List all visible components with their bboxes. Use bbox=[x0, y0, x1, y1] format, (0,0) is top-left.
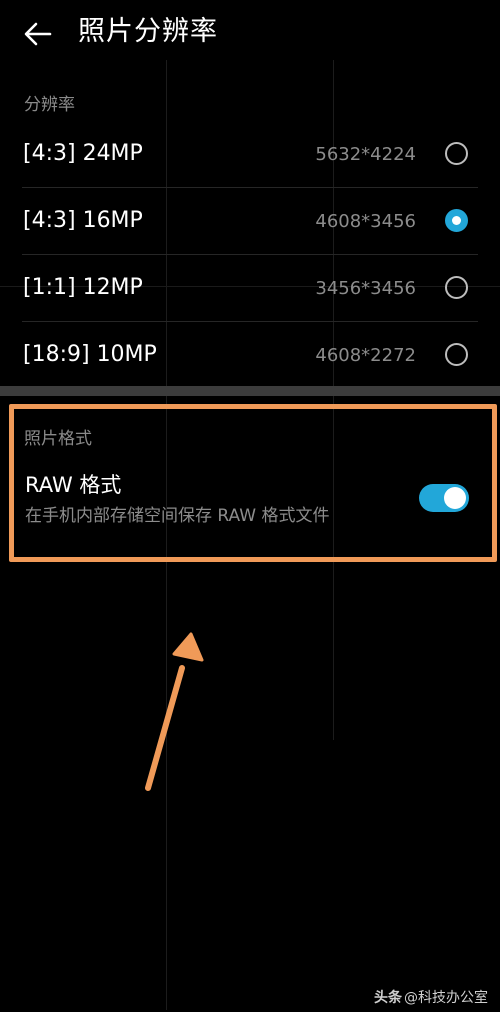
raw-format-description: 在手机内部存储空间保存 RAW 格式文件 bbox=[25, 506, 330, 526]
raw-format-title: RAW 格式 bbox=[25, 473, 122, 497]
radio-button[interactable] bbox=[445, 276, 468, 299]
radio-button[interactable] bbox=[445, 142, 468, 165]
watermark-brand: 头条 bbox=[374, 990, 402, 1006]
radio-button[interactable] bbox=[445, 343, 468, 366]
resolution-dimensions: 3456*3456 bbox=[315, 278, 416, 299]
resolution-option[interactable]: [4:3] 24MP 5632*4224 bbox=[0, 122, 500, 188]
resolution-option[interactable]: [1:1] 12MP 3456*3456 bbox=[0, 256, 500, 322]
arrow-left-icon bbox=[24, 22, 52, 46]
watermark: 头条 @科技办公室 bbox=[374, 988, 488, 1008]
section-label-format: 照片格式 bbox=[24, 429, 92, 449]
row-divider bbox=[22, 254, 478, 255]
resolution-option[interactable]: [18:9] 10MP 4608*2272 bbox=[0, 323, 500, 389]
toggle-knob bbox=[444, 487, 466, 509]
resolution-name: [4:3] 16MP bbox=[23, 208, 143, 233]
radio-button[interactable] bbox=[445, 209, 468, 232]
row-divider bbox=[22, 187, 478, 188]
resolution-dimensions: 5632*4224 bbox=[315, 144, 416, 165]
row-divider bbox=[22, 321, 478, 322]
page-title: 照片分辨率 bbox=[78, 16, 218, 47]
resolution-name: [18:9] 10MP bbox=[23, 342, 157, 367]
app-header: 照片分辨率 bbox=[0, 0, 500, 66]
resolution-dimensions: 4608*3456 bbox=[315, 211, 416, 232]
resolution-name: [4:3] 24MP bbox=[23, 141, 143, 166]
section-divider bbox=[0, 386, 500, 396]
section-label-resolution: 分辨率 bbox=[24, 95, 75, 115]
raw-format-toggle[interactable] bbox=[419, 484, 469, 512]
resolution-name: [1:1] 12MP bbox=[23, 275, 143, 300]
watermark-handle: @科技办公室 bbox=[404, 990, 488, 1006]
back-button[interactable] bbox=[18, 14, 58, 54]
resolution-dimensions: 4608*2272 bbox=[315, 345, 416, 366]
resolution-option[interactable]: [4:3] 16MP 4608*3456 bbox=[0, 189, 500, 255]
